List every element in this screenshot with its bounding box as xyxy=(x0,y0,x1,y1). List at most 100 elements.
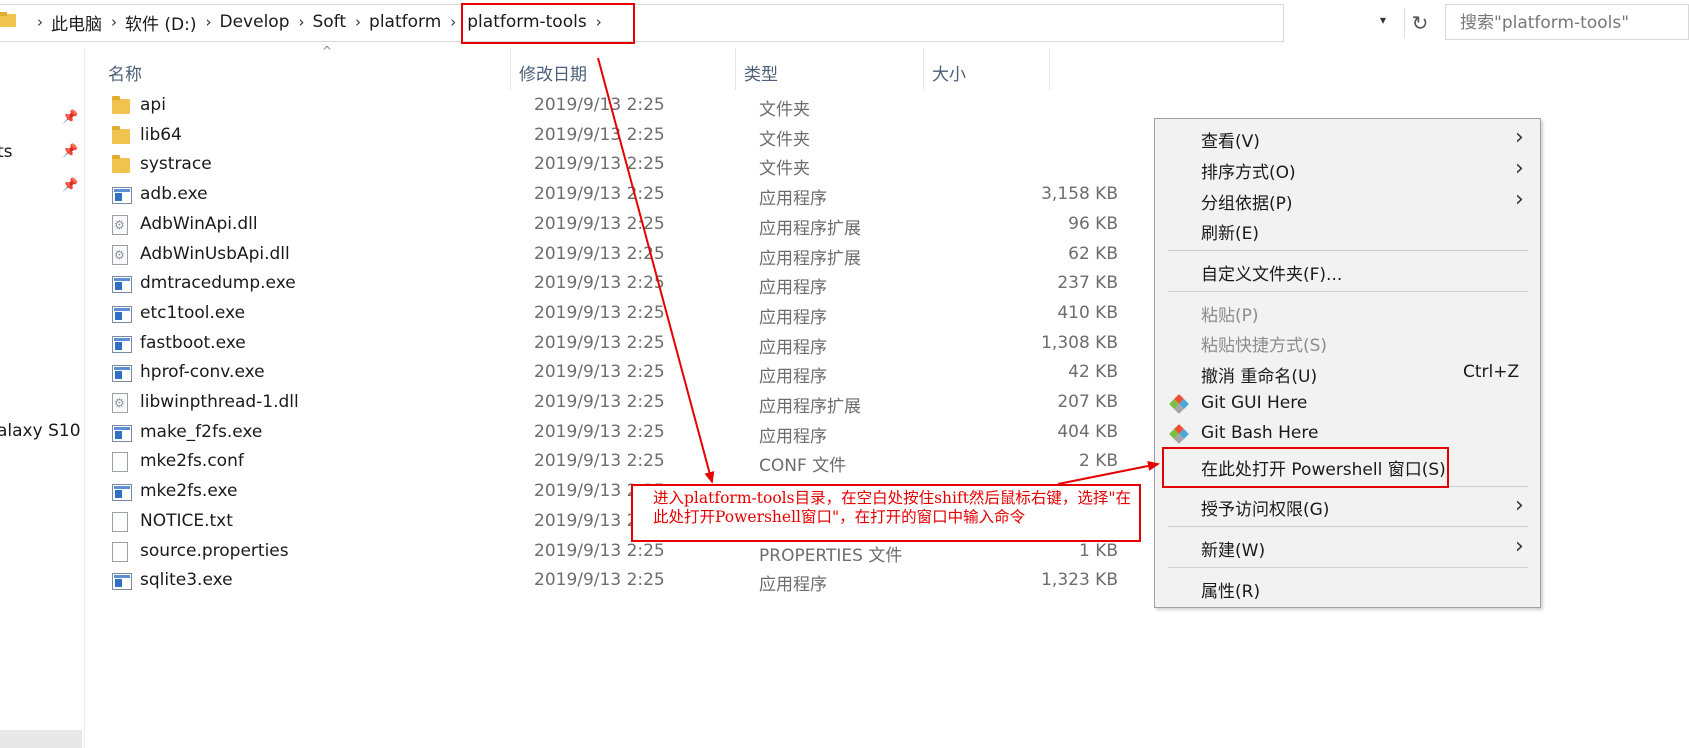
search-input[interactable] xyxy=(1458,7,1689,39)
file-name: etc1tool.exe xyxy=(140,303,246,323)
file-row[interactable]: api 2019/9/13 2:25 文件夹 xyxy=(112,91,1112,122)
breadcrumb-soft[interactable]: Soft xyxy=(312,12,346,32)
column-divider[interactable] xyxy=(923,48,924,90)
menu-item-paste-shortcut: 粘贴快捷方式(S) xyxy=(1201,336,1328,356)
file-type: 应用程序扩展 xyxy=(759,249,861,269)
column-header-date[interactable]: 修改日期 xyxy=(519,52,587,92)
chevron-right-icon: › xyxy=(1515,187,1524,212)
file-name: AdbWinApi.dll xyxy=(140,214,258,234)
file-type: 应用程序 xyxy=(759,338,827,358)
dll-file-icon xyxy=(112,393,128,413)
pin-icon[interactable]: 📌 xyxy=(62,144,78,160)
sort-up-icon: ^ xyxy=(322,44,333,58)
menu-item-undo-shortcut: Ctrl+Z xyxy=(1463,362,1520,382)
file-size: 1 KB xyxy=(1078,541,1118,561)
file-icon-wrapper xyxy=(112,304,132,324)
breadcrumb-platform[interactable]: platform xyxy=(369,12,441,32)
menu-separator xyxy=(1168,291,1528,292)
menu-item-undo-rename[interactable]: 撤消 重命名(U) xyxy=(1201,362,1317,387)
menu-item-new[interactable]: 新建(W) xyxy=(1201,536,1265,561)
application-icon xyxy=(112,425,132,442)
file-icon-wrapper xyxy=(112,423,132,443)
file-icon-wrapper xyxy=(112,245,132,265)
breadcrumb-drive-d[interactable]: 软件 (D:) xyxy=(125,10,197,35)
column-header-type[interactable]: 类型 xyxy=(744,52,778,92)
file-icon-wrapper xyxy=(112,512,132,532)
file-date: 2019/9/13 2:25 xyxy=(534,333,665,353)
chevron-right-icon[interactable]: › xyxy=(450,13,456,31)
file-row[interactable]: AdbWinApi.dll 2019/9/13 2:25 应用程序扩展 96 KB xyxy=(112,210,1118,241)
annotation-note-text: 进入platform-tools目录，在空白处按住shift然后鼠标右键，选择"… xyxy=(653,489,1132,526)
scrollbar[interactable] xyxy=(0,730,82,748)
file-icon-wrapper xyxy=(112,452,132,472)
git-icon xyxy=(1169,394,1189,414)
menu-item-sort[interactable]: 排序方式(O) xyxy=(1201,158,1296,183)
file-date: 2019/9/13 2:25 xyxy=(534,244,665,264)
chevron-right-icon[interactable]: › xyxy=(111,13,117,31)
folder-icon xyxy=(112,126,130,144)
column-divider[interactable] xyxy=(735,48,736,90)
breadcrumb-develop[interactable]: Develop xyxy=(220,12,290,32)
refresh-button[interactable]: ↻ xyxy=(1404,8,1435,38)
file-name: api xyxy=(140,95,166,115)
folder-icon xyxy=(112,96,130,114)
pin-icon[interactable]: 📌 xyxy=(62,178,78,194)
file-name: fastboot.exe xyxy=(140,333,246,353)
menu-item-git-bash[interactable]: Git Bash Here xyxy=(1201,423,1318,443)
file-row[interactable]: fastboot.exe 2019/9/13 2:25 应用程序 1,308 KB xyxy=(112,329,1118,360)
menu-item-view[interactable]: 查看(V) xyxy=(1201,127,1260,152)
chevron-right-icon: › xyxy=(1515,125,1524,150)
menu-item-git-gui[interactable]: Git GUI Here xyxy=(1201,393,1307,413)
nav-item-label[interactable]: alaxy S10 xyxy=(0,421,81,441)
menu-item-customize-folder[interactable]: 自定义文件夹(F)... xyxy=(1201,260,1342,285)
file-row[interactable]: mke2fs.conf 2019/9/13 2:25 CONF 文件 2 KB xyxy=(112,447,1118,478)
file-row[interactable]: lib64 2019/9/13 2:25 文件夹 xyxy=(112,121,1112,152)
menu-item-group[interactable]: 分组依据(P) xyxy=(1201,189,1293,214)
file-icon-wrapper xyxy=(112,542,132,562)
highlight-powershell-box xyxy=(1162,447,1449,488)
file-row[interactable]: make_f2fs.exe 2019/9/13 2:25 应用程序 404 KB xyxy=(112,418,1118,449)
column-header-name[interactable]: 名称 xyxy=(108,52,142,92)
file-name: mke2fs.exe xyxy=(140,481,238,501)
file-row[interactable]: libwinpthread-1.dll 2019/9/13 2:25 应用程序扩展 2… xyxy=(112,388,1118,419)
breadcrumb-this-pc[interactable]: 此电脑 xyxy=(51,10,102,35)
file-name: adb.exe xyxy=(140,184,208,204)
file-row[interactable]: systrace 2019/9/13 2:25 文件夹 xyxy=(112,150,1112,181)
file-row[interactable]: sqlite3.exe 2019/9/13 2:25 应用程序 1,323 KB xyxy=(112,566,1118,597)
file-row[interactable]: hprof-conv.exe 2019/9/13 2:25 应用程序 42 KB xyxy=(112,358,1118,389)
file-date: 2019/9/13 2:25 xyxy=(534,362,665,382)
chevron-right-icon[interactable]: › xyxy=(206,13,212,31)
nav-item-label[interactable]: ts xyxy=(0,142,13,162)
file-size: 62 KB xyxy=(1068,244,1118,264)
file-size: 410 KB xyxy=(1057,303,1118,323)
file-icon-wrapper xyxy=(112,274,132,294)
annotation-note: 进入platform-tools目录，在空白处按住shift然后鼠标右键，选择"… xyxy=(631,484,1141,542)
file-size: 207 KB xyxy=(1057,392,1118,412)
file-row[interactable]: AdbWinUsbApi.dll 2019/9/13 2:25 应用程序扩展 62 K… xyxy=(112,240,1118,271)
file-icon-wrapper xyxy=(112,482,132,502)
file-date: 2019/9/13 2:25 xyxy=(534,451,665,471)
file-row[interactable]: dmtracedump.exe 2019/9/13 2:25 应用程序 237 KB xyxy=(112,269,1118,300)
file-row[interactable]: adb.exe 2019/9/13 2:25 应用程序 3,158 KB xyxy=(112,180,1118,211)
file-icon-wrapper xyxy=(112,571,132,591)
column-divider[interactable] xyxy=(1049,48,1050,90)
file-name: systrace xyxy=(140,154,212,174)
chevron-right-icon[interactable]: › xyxy=(37,13,43,31)
menu-separator xyxy=(1168,526,1528,527)
column-header-size[interactable]: 大小 xyxy=(932,52,966,92)
chevron-right-icon[interactable]: › xyxy=(298,13,304,31)
column-divider[interactable] xyxy=(510,48,511,90)
file-row[interactable]: etc1tool.exe 2019/9/13 2:25 应用程序 410 KB xyxy=(112,299,1118,330)
application-icon xyxy=(112,573,132,590)
menu-item-properties[interactable]: 属性(R) xyxy=(1201,577,1260,602)
application-icon xyxy=(112,187,132,204)
pin-icon[interactable]: 📌 xyxy=(62,110,78,126)
chevron-right-icon: › xyxy=(1515,156,1524,181)
application-icon xyxy=(112,336,132,353)
file-size: 237 KB xyxy=(1057,273,1118,293)
chevron-down-icon[interactable]: ▾ xyxy=(1380,13,1398,31)
chevron-right-icon[interactable]: › xyxy=(355,13,361,31)
folder-icon xyxy=(112,155,130,173)
menu-item-grant-access[interactable]: 授予访问权限(G) xyxy=(1201,495,1329,520)
menu-item-refresh[interactable]: 刷新(E) xyxy=(1201,219,1259,244)
